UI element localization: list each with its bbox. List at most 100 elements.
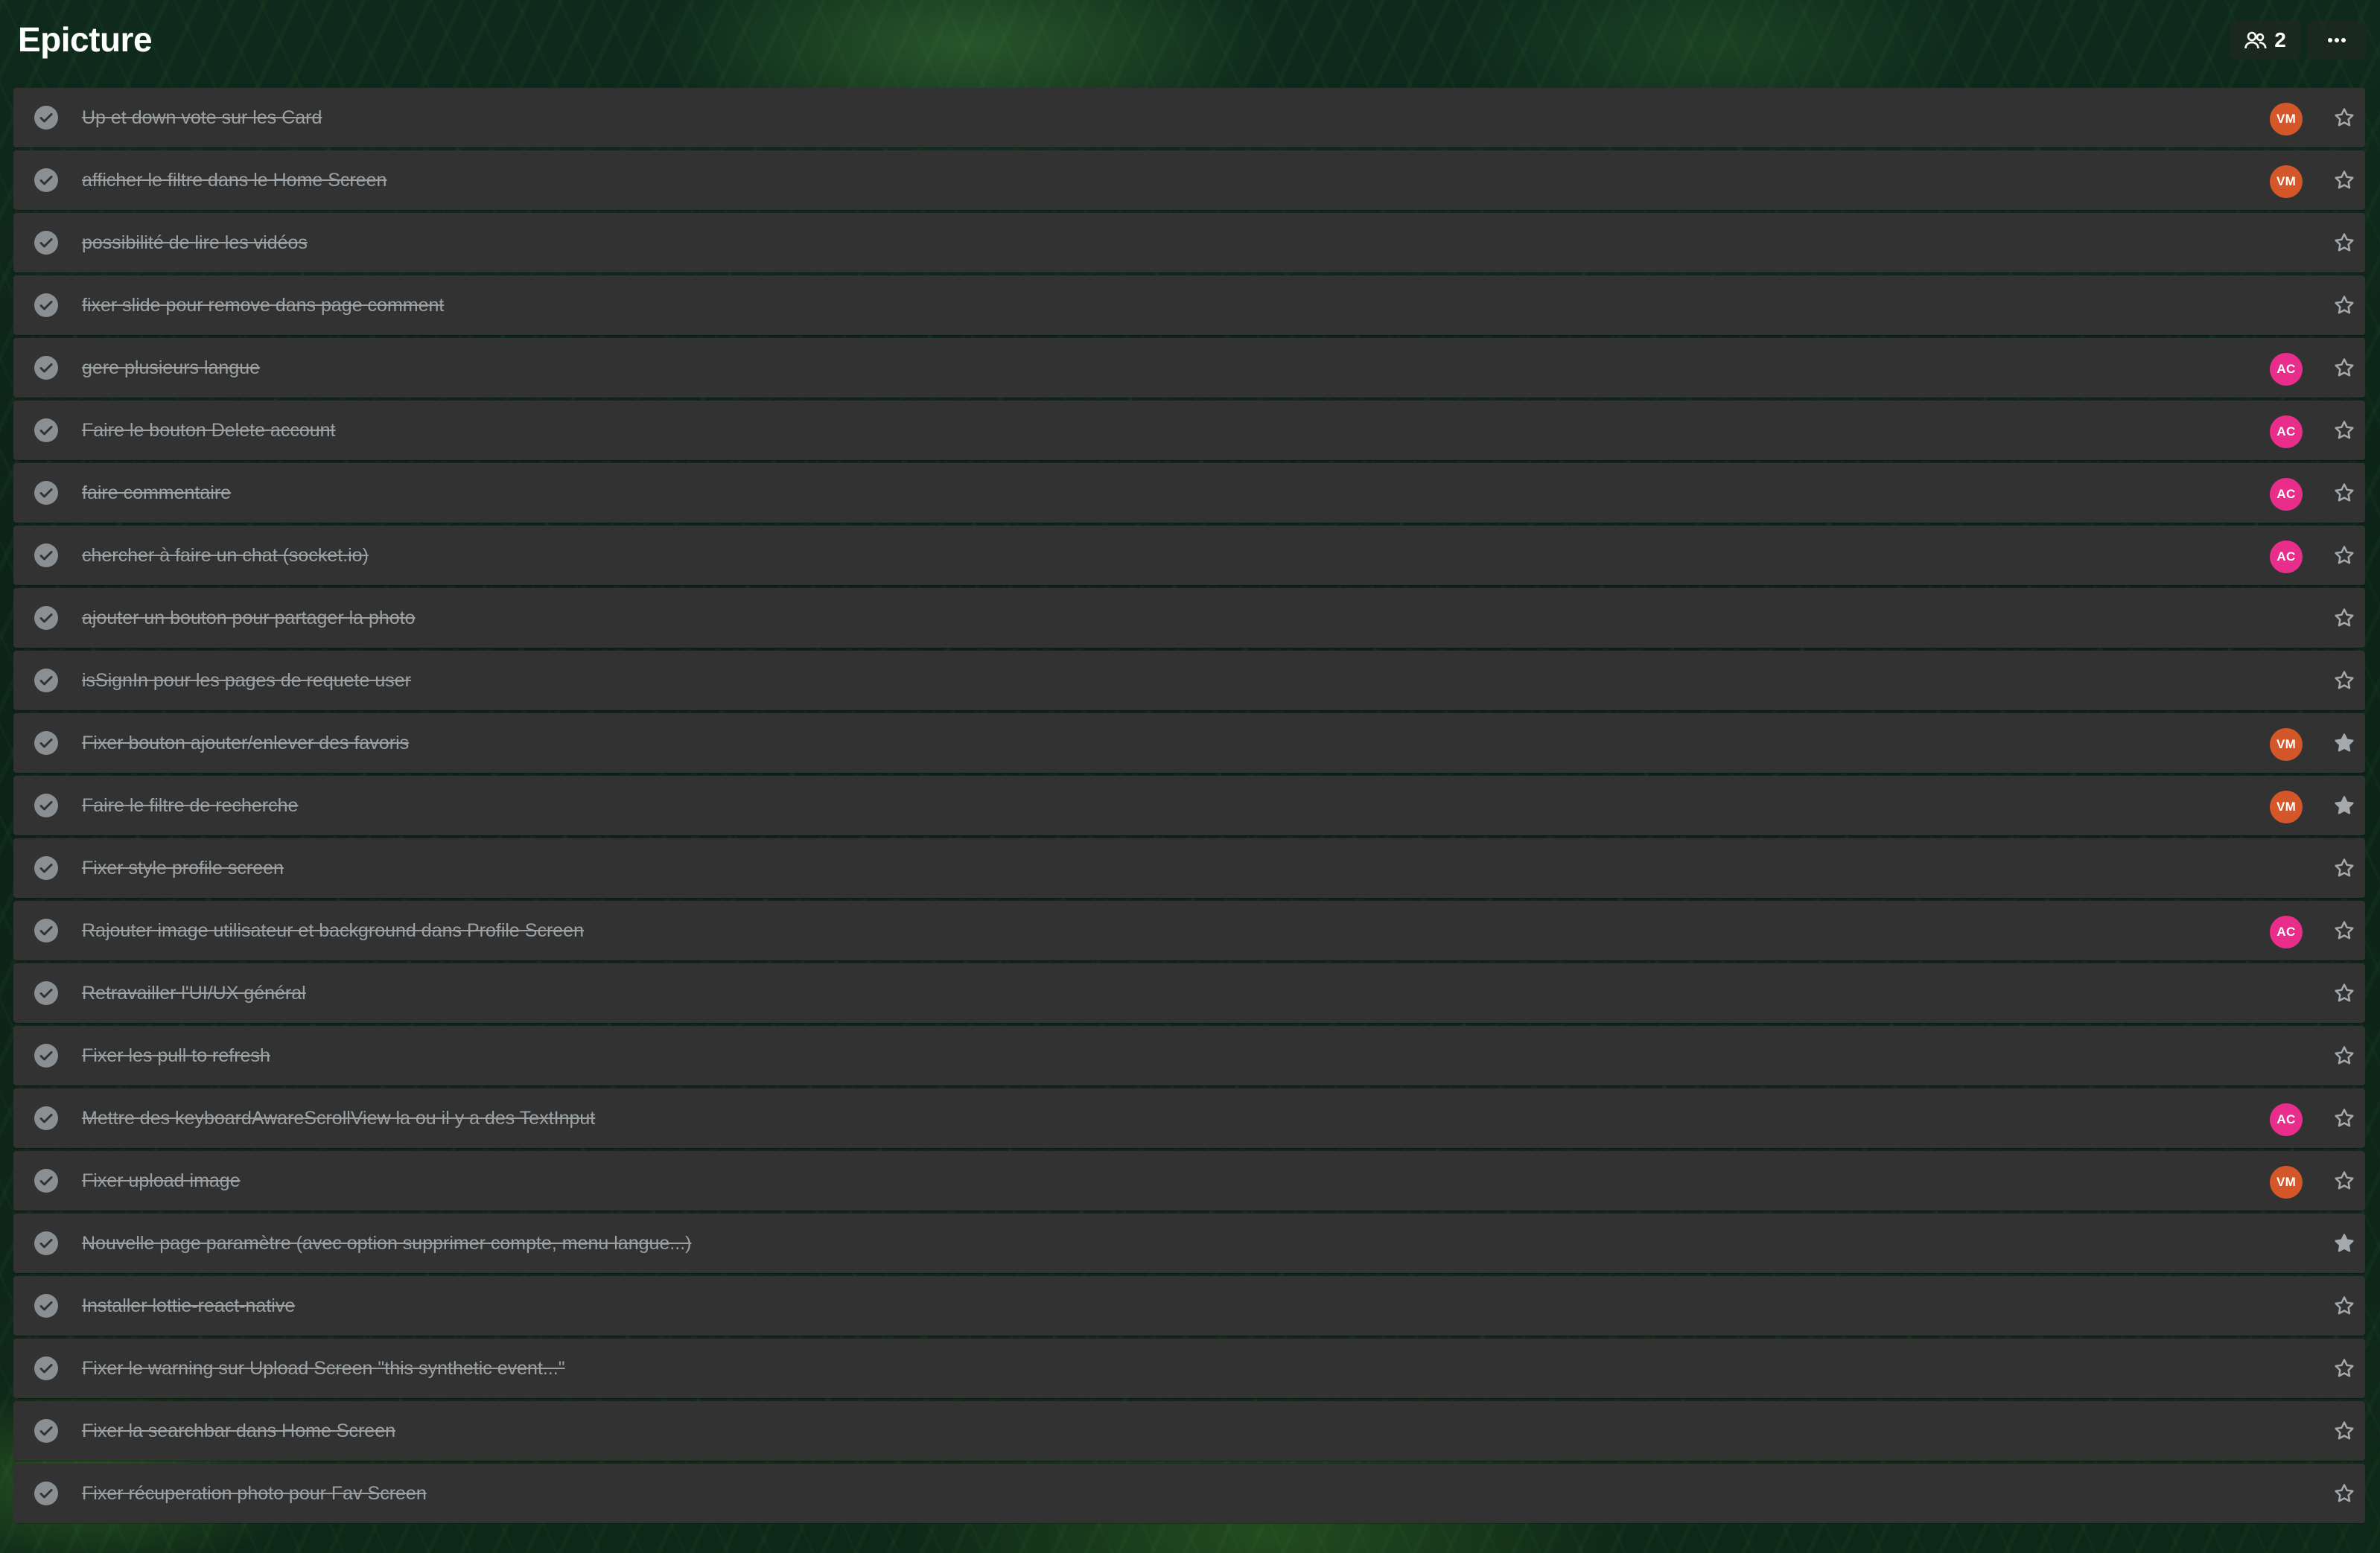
task-title: isSignIn pour les pages de requete user	[82, 670, 411, 691]
members-icon	[2244, 31, 2267, 50]
completed-check-icon[interactable]	[34, 606, 58, 630]
task-row[interactable]: Mettre des keyboardAwareScrollView la ou…	[13, 1088, 2365, 1148]
task-row[interactable]: Fixer les pull to refresh	[13, 1026, 2365, 1085]
star-icon[interactable]	[2331, 667, 2358, 694]
task-title: Mettre des keyboardAwareScrollView la ou…	[82, 1108, 596, 1129]
star-icon[interactable]	[2331, 104, 2358, 131]
completed-check-icon[interactable]	[34, 106, 58, 130]
star-icon[interactable]	[2331, 1355, 2358, 1382]
completed-check-icon[interactable]	[34, 1231, 58, 1255]
task-title: Fixer récuperation photo pour Fav Screen	[82, 1483, 427, 1504]
star-filled-icon[interactable]	[2331, 792, 2358, 819]
star-icon[interactable]	[2331, 292, 2358, 319]
star-icon[interactable]	[2331, 479, 2358, 506]
star-icon[interactable]	[2331, 1167, 2358, 1194]
completed-check-icon[interactable]	[34, 168, 58, 192]
task-title: possibilité de lire les vidéos	[82, 232, 308, 253]
completed-check-icon[interactable]	[34, 1294, 58, 1318]
assignee-avatar[interactable]: AC	[2270, 353, 2303, 386]
completed-check-icon[interactable]	[34, 231, 58, 255]
completed-check-icon[interactable]	[34, 1482, 58, 1505]
members-count: 2	[2274, 28, 2286, 51]
task-row[interactable]: possibilité de lire les vidéos	[13, 213, 2365, 272]
star-icon[interactable]	[2331, 605, 2358, 631]
star-filled-icon[interactable]	[2331, 1230, 2358, 1257]
task-row[interactable]: Fixer upload image VM	[13, 1151, 2365, 1211]
task-row[interactable]: isSignIn pour les pages de requete user	[13, 651, 2365, 710]
task-row[interactable]: Fixer récuperation photo pour Fav Screen	[13, 1464, 2365, 1523]
task-title: Fixer bouton ajouter/enlever des favoris	[82, 733, 410, 753]
assignee-avatar[interactable]: AC	[2270, 478, 2303, 511]
star-icon[interactable]	[2331, 1480, 2358, 1507]
completed-check-icon[interactable]	[34, 981, 58, 1005]
completed-check-icon[interactable]	[34, 856, 58, 880]
completed-check-icon[interactable]	[34, 1106, 58, 1130]
task-title: afficher le filtre dans le Home Screen	[82, 170, 387, 191]
completed-check-icon[interactable]	[34, 481, 58, 505]
assignee-avatar[interactable]: VM	[2270, 1166, 2303, 1199]
star-icon[interactable]	[2331, 1042, 2358, 1069]
task-row[interactable]: ajouter un bouton pour partager la photo	[13, 588, 2365, 648]
completed-check-icon[interactable]	[34, 669, 58, 692]
assignee-avatar[interactable]: AC	[2270, 1103, 2303, 1136]
assignee-avatar[interactable]: VM	[2270, 791, 2303, 823]
assignee-avatar[interactable]: AC	[2270, 415, 2303, 448]
assignee-avatar[interactable]: AC	[2270, 540, 2303, 573]
task-row[interactable]: Up et down vote sur les Card VM	[13, 88, 2365, 147]
task-row[interactable]: chercher à faire un chat (socket.io) AC	[13, 526, 2365, 585]
completed-check-icon[interactable]	[34, 1044, 58, 1068]
task-title: Retravailler l'UI/UX général	[82, 983, 306, 1004]
task-title: Up et down vote sur les Card	[82, 107, 322, 128]
task-row[interactable]: Retravailler l'UI/UX général	[13, 963, 2365, 1023]
task-title: Faire le bouton Delete account	[82, 420, 336, 441]
task-row[interactable]: Faire le bouton Delete account AC	[13, 401, 2365, 460]
star-icon[interactable]	[2331, 1105, 2358, 1132]
completed-check-icon[interactable]	[34, 919, 58, 943]
star-icon[interactable]	[2331, 1292, 2358, 1319]
more-options-button[interactable]	[2307, 21, 2367, 60]
board-title[interactable]: Epicture	[13, 16, 156, 63]
assignee-avatar[interactable]: VM	[2270, 165, 2303, 198]
assignee-avatar[interactable]: VM	[2270, 103, 2303, 135]
star-icon[interactable]	[2331, 855, 2358, 881]
completed-check-icon[interactable]	[34, 731, 58, 755]
completed-check-icon[interactable]	[34, 543, 58, 567]
completed-check-icon[interactable]	[34, 418, 58, 442]
star-icon[interactable]	[2331, 980, 2358, 1007]
task-row[interactable]: Nouvelle page paramètre (avec option sup…	[13, 1214, 2365, 1273]
task-row[interactable]: Installer lottie-react-native	[13, 1276, 2365, 1336]
completed-check-icon[interactable]	[34, 1356, 58, 1380]
task-row[interactable]: Fixer style profile screen	[13, 838, 2365, 898]
star-icon[interactable]	[2331, 229, 2358, 256]
task-row[interactable]: faire commentaire AC	[13, 463, 2365, 523]
task-row[interactable]: Fixer le warning sur Upload Screen "this…	[13, 1339, 2365, 1398]
star-icon[interactable]	[2331, 542, 2358, 569]
task-row[interactable]: Fixer la searchbar dans Home Screen	[13, 1401, 2365, 1461]
star-filled-icon[interactable]	[2331, 730, 2358, 756]
completed-check-icon[interactable]	[34, 293, 58, 317]
task-row[interactable]: Faire le filtre de recherche VM	[13, 776, 2365, 835]
task-row[interactable]: gere plusieurs langue AC	[13, 338, 2365, 398]
task-title: Rajouter image utilisateur et background…	[82, 920, 584, 941]
star-icon[interactable]	[2331, 917, 2358, 944]
task-title: Fixer upload image	[82, 1170, 241, 1191]
task-row[interactable]: Fixer bouton ajouter/enlever des favoris…	[13, 713, 2365, 773]
completed-check-icon[interactable]	[34, 356, 58, 380]
task-row[interactable]: fixer slide pour remove dans page commen…	[13, 275, 2365, 335]
star-icon[interactable]	[2331, 167, 2358, 194]
completed-check-icon[interactable]	[34, 794, 58, 817]
ellipsis-icon	[2327, 37, 2346, 43]
star-icon[interactable]	[2331, 354, 2358, 381]
assignee-avatar[interactable]: VM	[2270, 728, 2303, 761]
completed-check-icon[interactable]	[34, 1169, 58, 1193]
members-button[interactable]: 2	[2230, 21, 2301, 60]
completed-check-icon[interactable]	[34, 1419, 58, 1443]
star-icon[interactable]	[2331, 417, 2358, 444]
task-title: faire commentaire	[82, 482, 232, 503]
task-row[interactable]: afficher le filtre dans le Home Screen VM	[13, 150, 2365, 210]
board-header: Epicture 2	[0, 0, 2380, 82]
task-title: gere plusieurs langue	[82, 357, 261, 378]
assignee-avatar[interactable]: AC	[2270, 916, 2303, 948]
task-row[interactable]: Rajouter image utilisateur et background…	[13, 901, 2365, 960]
star-icon[interactable]	[2331, 1418, 2358, 1444]
